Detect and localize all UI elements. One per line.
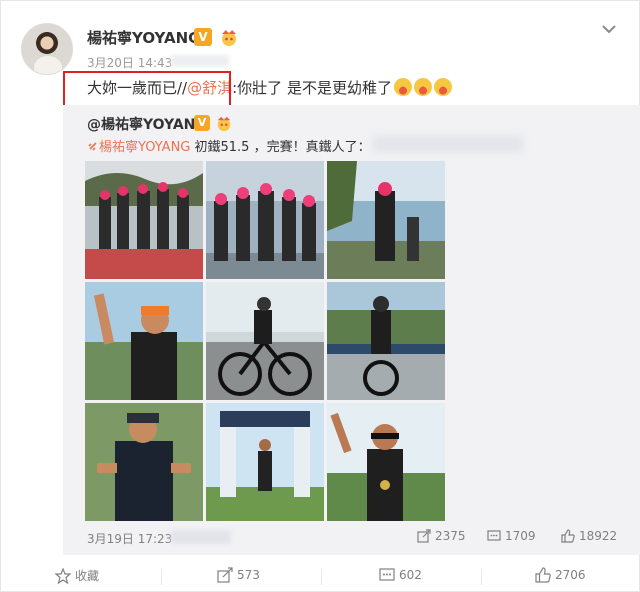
redacted-source [171, 55, 229, 67]
repost-comments[interactable]: 1709 [487, 529, 536, 543]
divider [161, 569, 162, 585]
emoji-icon [433, 78, 452, 96]
redacted-source [171, 530, 231, 544]
photo-thumbnail-1[interactable] [85, 161, 203, 279]
author-name[interactable]: 楊祐寧YOYANG [87, 27, 200, 48]
photo-thumbnail-3[interactable] [327, 161, 445, 279]
star-icon [55, 568, 71, 584]
repost-button[interactable]: 573 [217, 567, 260, 583]
emoji-icon [393, 78, 412, 96]
photo-thumbnail-7[interactable] [85, 403, 203, 521]
vip-crown-icon [222, 30, 236, 46]
like-count: 2706 [555, 568, 586, 582]
repost-text: 楊祐寧YOYANG 初鐵51.5 ，完賽！真鐵人了： [87, 136, 371, 155]
reposted-content: @楊祐寧YOYANG V 楊祐寧YOYANG 初鐵51.5 ，完賽！真鐵人了： [63, 105, 640, 555]
repost-date[interactable]: 3月19日 17:23 [87, 530, 172, 547]
comment-icon [487, 530, 501, 541]
share-icon [417, 529, 431, 543]
favorite-button[interactable]: 收藏 [55, 567, 99, 584]
repost-link[interactable]: 楊祐寧YOYANG [99, 140, 190, 155]
repost-text-body: 初鐵51.5 ，完賽！真鐵人了： [190, 140, 371, 155]
comment-count: 602 [399, 568, 422, 582]
divider [481, 569, 482, 585]
comment-button[interactable]: 602 [379, 567, 422, 583]
post-text-suffix: :你壯了 是不是更幼稚了 [232, 79, 392, 97]
like-button[interactable]: 2706 [535, 567, 586, 583]
redacted-text [373, 136, 523, 152]
divider [321, 569, 322, 585]
author-avatar[interactable] [21, 23, 73, 75]
comment-icon [379, 568, 395, 581]
photo-thumbnail-8[interactable] [206, 403, 324, 521]
post-date[interactable]: 3月20日 14:43 [87, 54, 172, 71]
photo-thumbnail-9[interactable] [327, 403, 445, 521]
reposts-count: 2375 [435, 529, 466, 543]
comments-count: 1709 [505, 529, 536, 543]
chevron-down-icon[interactable] [599, 19, 619, 39]
favorite-label: 收藏 [75, 569, 100, 583]
emoji-icon [413, 78, 432, 96]
highlight-annotation-box [63, 71, 231, 107]
photo-thumbnail-6[interactable] [327, 282, 445, 400]
photo-thumbnail-4[interactable] [85, 282, 203, 400]
repost-reposts[interactable]: 2375 [417, 529, 466, 543]
repost-author-name[interactable]: @楊祐寧YOYANG [87, 114, 207, 134]
photo-thumbnail-5[interactable] [206, 282, 324, 400]
thumbs-up-icon [535, 567, 551, 583]
likes-count: 18922 [579, 529, 618, 543]
verified-badge: V [194, 115, 210, 131]
repost-likes[interactable]: 18922 [561, 529, 617, 543]
thumbs-up-icon [561, 529, 575, 543]
vip-crown-icon [217, 116, 231, 132]
action-bar: 收藏 573 602 2706 [1, 561, 640, 592]
verified-badge: V [194, 28, 212, 46]
share-icon [217, 567, 233, 583]
weibo-post-card: 楊祐寧YOYANG V 3月20日 14:43 大妳一歲而已//@舒淇:你壯了 … [0, 0, 640, 592]
repost-count: 573 [237, 568, 260, 582]
link-icon [88, 142, 97, 151]
photo-thumbnail-2[interactable] [206, 161, 324, 279]
